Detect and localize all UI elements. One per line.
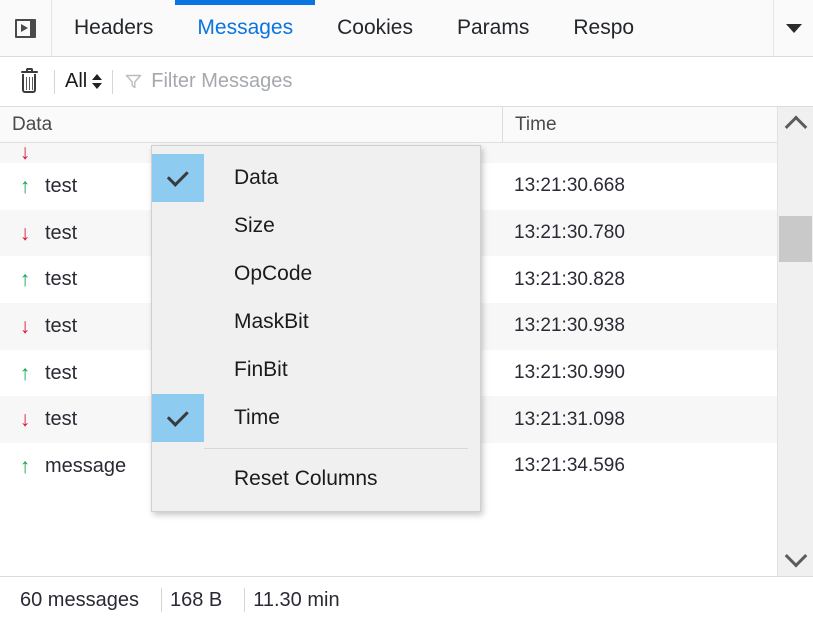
clear-messages-button[interactable] — [10, 65, 48, 99]
message-type-filter-value: All — [65, 70, 88, 92]
status-total-size: 168 B — [169, 588, 223, 611]
status-duration: 11.30 min — [253, 588, 340, 611]
column-visibility-context-menu[interactable]: Data Size OpCode MaskBit FinBit Time Res… — [151, 145, 481, 512]
tab-overflow-button[interactable] — [773, 0, 813, 56]
scroll-down-button[interactable] — [778, 542, 813, 576]
status-message-count: 60 messages — [20, 588, 139, 611]
checkmark-icon — [152, 154, 204, 202]
cell-time: 13:21:30.828 — [514, 268, 625, 290]
context-menu-item-opcode[interactable]: OpCode — [152, 250, 480, 298]
message-data: test — [45, 268, 78, 291]
context-menu-item-label: OpCode — [234, 262, 313, 285]
tab-headers[interactable]: Headers — [52, 0, 175, 56]
toolbar-divider — [112, 69, 114, 94]
checkmark-placeholder — [152, 346, 204, 394]
chevron-up-icon — [784, 115, 807, 139]
tab-messages[interactable]: Messages — [175, 0, 315, 56]
context-menu-item-data[interactable]: Data — [152, 154, 480, 202]
vertical-scrollbar[interactable] — [777, 107, 813, 576]
context-menu-separator — [204, 448, 468, 449]
checkmark-placeholder — [152, 202, 204, 250]
direction-arrow-icon: ↓ — [19, 408, 31, 432]
message-data: test — [45, 314, 78, 337]
cell-time: 13:21:31.098 — [514, 408, 625, 430]
scrollbar-track[interactable] — [778, 141, 813, 542]
filter-messages-field[interactable] — [125, 70, 813, 93]
context-menu-item-label: Time — [234, 406, 280, 429]
context-menu-item-size[interactable]: Size — [152, 202, 480, 250]
tab-cookies[interactable]: Cookies — [315, 0, 435, 56]
cell-time: 13:21:30.938 — [514, 315, 625, 337]
cell-time: 13:21:30.990 — [514, 362, 625, 384]
message-data: message — [45, 454, 127, 477]
column-header-label: Time — [515, 113, 557, 135]
cell-time: 13:21:30.780 — [514, 222, 625, 244]
cell-time: 13:21:34.596 — [514, 455, 625, 477]
context-menu-item-reset-columns[interactable]: Reset Columns — [152, 455, 480, 503]
tab-label: Cookies — [337, 16, 413, 39]
context-menu-item-label: Size — [234, 214, 275, 237]
trash-icon — [20, 67, 38, 93]
direction-arrow-icon: ↑ — [19, 174, 31, 198]
context-menu-item-label: Reset Columns — [234, 467, 378, 490]
tab-label: Messages — [197, 16, 294, 39]
message-data: test — [45, 361, 78, 384]
context-menu-item-label: Data — [234, 166, 279, 189]
table-header-row[interactable]: Data Time — [0, 107, 777, 143]
checkmark-placeholder — [152, 455, 204, 503]
direction-arrow-icon: ↑ — [19, 454, 31, 478]
direction-arrow-icon: ↓ — [19, 221, 31, 245]
status-bar: 60 messages 168 B 11.30 min — [0, 576, 813, 623]
chevron-down-icon — [785, 23, 802, 33]
tab-label: Params — [456, 16, 530, 39]
toolbar-divider — [54, 69, 55, 94]
funnel-icon — [125, 73, 142, 90]
direction-arrow-icon: ↓ — [19, 314, 31, 338]
scroll-up-button[interactable] — [778, 107, 813, 141]
context-menu-item-label: MaskBit — [234, 310, 309, 333]
message-data: test — [45, 221, 78, 244]
sidebar-toggle-icon — [15, 18, 36, 38]
column-header-data[interactable]: Data — [0, 107, 502, 142]
tab-label: Respo — [573, 16, 635, 39]
context-menu-item-finbit[interactable]: FinBit — [152, 346, 480, 394]
chevron-down-icon — [784, 544, 807, 568]
checkmark-placeholder — [152, 250, 204, 298]
scrollbar-thumb[interactable] — [779, 216, 812, 262]
checkmark-placeholder — [152, 298, 204, 346]
spinner-arrows-icon — [92, 74, 103, 89]
direction-arrow-icon: ↑ — [19, 268, 31, 292]
column-header-time[interactable]: Time — [502, 107, 777, 142]
context-menu-item-time[interactable]: Time — [152, 394, 480, 442]
column-header-label: Data — [12, 113, 53, 135]
direction-arrow-icon: ↑ — [19, 361, 31, 385]
message-type-filter-select[interactable]: All — [61, 68, 106, 95]
context-menu-item-maskbit[interactable]: MaskBit — [152, 298, 480, 346]
tab-params[interactable]: Params — [435, 0, 551, 56]
sidebar-toggle-button[interactable] — [0, 0, 52, 56]
direction-arrow-icon: ↓ — [19, 143, 31, 163]
message-data: test — [45, 408, 78, 431]
message-data: test — [45, 174, 78, 197]
tab-label: Headers — [74, 16, 154, 39]
cell-time: 13:21:30.668 — [514, 175, 625, 197]
tab-response[interactable]: Respo — [551, 0, 634, 56]
filter-messages-input[interactable] — [151, 70, 813, 93]
checkmark-icon — [152, 394, 204, 442]
websocket-messages-panel: Headers Messages Cookies Params Respo Al… — [0, 0, 813, 623]
messages-toolbar: All — [0, 57, 813, 107]
devtools-tabbar: Headers Messages Cookies Params Respo — [0, 0, 813, 57]
tab-list: Headers Messages Cookies Params Respo — [52, 0, 773, 56]
context-menu-item-label: FinBit — [234, 358, 288, 381]
